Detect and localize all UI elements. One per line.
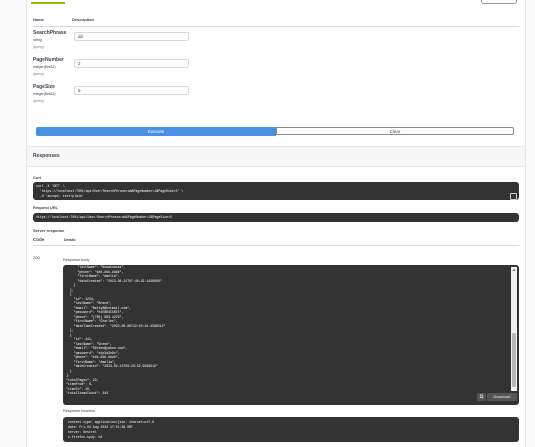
- server-response-label: Server response: [33, 228, 65, 233]
- name-column-header: Name: [33, 17, 44, 22]
- param-pagesize: PageSize integer($int32) (query): [33, 84, 233, 108]
- response-body-label: Response body: [63, 258, 90, 262]
- body-line: "lastName": "Green",: [66, 341, 112, 346]
- response-headers-block: content-type: application/json; charset=…: [63, 417, 519, 442]
- request-url-label: Request URL: [33, 205, 59, 210]
- body-line: }: [66, 368, 72, 373]
- curl-code-block: curl -X 'GET' \ 'https://localhost:7001/…: [33, 182, 519, 200]
- scroll-up-icon[interactable]: ▲: [511, 267, 517, 273]
- parameters-table-header: Name Description: [33, 16, 519, 27]
- body-line: "email": "SGreen@yahoo.com",: [66, 346, 128, 350]
- body-line: "firstName": "Amelia",: [66, 274, 120, 278]
- description-column-header: Description: [72, 17, 95, 22]
- body-line: "id": 1234,: [66, 296, 95, 301]
- body-line: "password": "hxD8B4CXNTE",: [66, 310, 124, 314]
- body-line: ],: [66, 373, 70, 377]
- responses-title: Responses: [33, 153, 60, 159]
- execute-button-row: Execute Clear: [36, 127, 516, 136]
- body-line: {: [66, 292, 72, 296]
- body-line: "itemFrom": 6,: [66, 382, 93, 386]
- body-line: "lastName": "Nowakowska",: [66, 265, 126, 269]
- body-line: },: [66, 328, 74, 332]
- param-name: PageSize: [33, 84, 55, 90]
- body-line: "phone": "(785) 693-4279",: [66, 314, 124, 319]
- param-pagenumber: PageNumber integer($int32) (query): [33, 57, 233, 81]
- response-table-header: Code Details: [33, 235, 519, 246]
- active-tab-indicator: [31, 2, 65, 4]
- header-line: content-type: application/json; charset=…: [66, 420, 154, 424]
- panel-top-bar: [27, 0, 525, 6]
- param-name: SearchPhrase: [33, 30, 67, 36]
- details-column-header: Details: [64, 238, 76, 242]
- searchphrase-input[interactable]: [74, 32, 189, 41]
- param-location: (query): [33, 99, 45, 103]
- response-body-scrollbar[interactable]: ▲: [511, 267, 517, 391]
- responses-section-header: Responses: [27, 146, 525, 167]
- response-code: 200: [33, 255, 40, 260]
- body-line: "dateTimeCreated": "2023-08-06T22:03:18.…: [66, 323, 166, 328]
- param-name: PageNumber: [33, 57, 64, 63]
- scroll-thumb[interactable]: [512, 333, 516, 387]
- curl-line: curl -X 'GET' \: [36, 184, 65, 188]
- request-url-box: https://localhost:7001/api/User/SearchPh…: [33, 213, 519, 222]
- body-line: "firstName": "Amelia",: [66, 359, 116, 364]
- param-location: (query): [33, 72, 45, 76]
- body-line: "id": 441,: [66, 337, 93, 341]
- header-line: date: Fri,04 Aug 2023 17:51:39 GMT: [66, 425, 133, 429]
- cancel-button[interactable]: [481, 0, 517, 4]
- download-button[interactable]: Download: [487, 393, 517, 401]
- param-type: string: [33, 38, 42, 42]
- try-it-out-panel: Name Description SearchPhrase string (qu…: [26, 0, 526, 447]
- body-line: "itemTo": 10,: [66, 386, 91, 391]
- param-location: (query): [33, 45, 45, 49]
- pagesize-input[interactable]: [74, 86, 189, 95]
- header-line: x-firefox-spdy: h2: [66, 435, 103, 439]
- param-type: integer($int32): [33, 92, 56, 96]
- body-line: "totalItemsCount": 144: [66, 391, 109, 395]
- code-column-header: Code: [33, 237, 45, 242]
- body-line: "password": "zkp3d3n8s",: [66, 350, 120, 355]
- clear-button[interactable]: Clear: [276, 127, 514, 135]
- param-type: integer($int32): [33, 65, 56, 69]
- body-line: "lastName": "Brand",: [66, 301, 112, 305]
- param-searchphrase: SearchPhrase string (query): [33, 30, 233, 54]
- copy-icon[interactable]: [510, 193, 517, 200]
- body-line: "totalPages": 29,: [66, 377, 99, 382]
- copy-icon[interactable]: ⧉: [477, 393, 486, 401]
- curl-label: Curl: [33, 175, 41, 180]
- execute-button[interactable]: Execute: [36, 127, 276, 136]
- body-line: "dateCreated": "2023-08-22T07:40:29.1446…: [66, 278, 162, 283]
- body-line: "dateCreated": "2023-02-13T09:23:52.9569…: [66, 364, 158, 368]
- header-line: server: Kestrel: [66, 430, 97, 434]
- body-line: {: [66, 332, 72, 337]
- request-url-value: https://localhost:7001/api/User/SearchPh…: [36, 215, 172, 219]
- body-line: ],: [66, 287, 74, 292]
- body-line: "email": "BettyB@hotmail.com",: [66, 305, 132, 310]
- body-line: "phone": "###-###-####",: [66, 269, 124, 274]
- curl-line: 'https://localhost:7001/api/User/SearchP…: [36, 189, 184, 193]
- body-line: "firstName": "Charles",: [66, 319, 118, 323]
- response-body-block[interactable]: "lastName": "Nowakowska", "phone": "###-…: [63, 265, 519, 405]
- curl-line: -H 'accept: text/plain': [36, 194, 84, 198]
- pagenumber-input[interactable]: [74, 59, 189, 68]
- body-line: "phone": "###-###-####",: [66, 355, 120, 359]
- body-line: }: [66, 283, 76, 287]
- response-headers-label: Response headers: [63, 409, 95, 413]
